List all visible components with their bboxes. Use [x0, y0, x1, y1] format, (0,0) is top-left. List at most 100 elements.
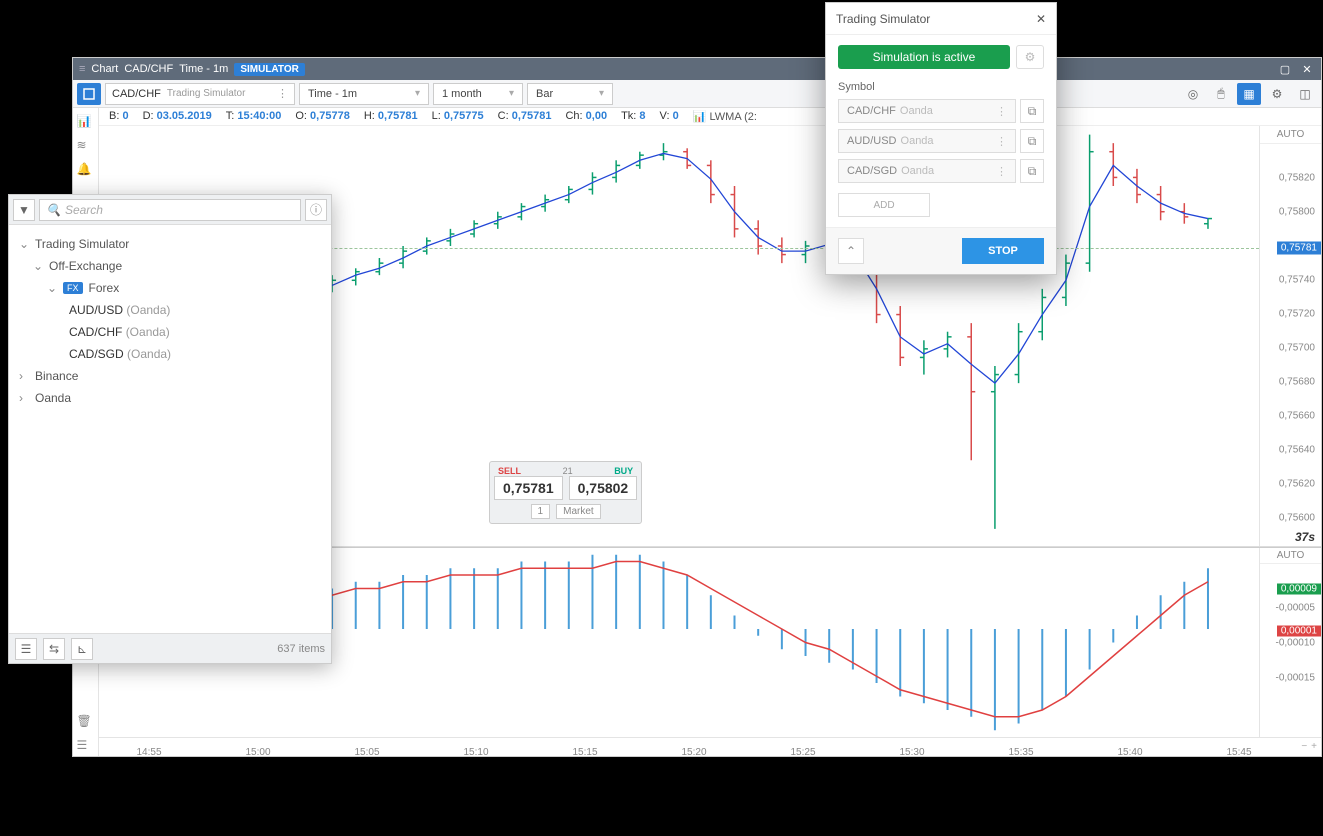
- tree-oanda[interactable]: ›Oanda: [19, 387, 321, 409]
- info-b: B: 0: [109, 110, 129, 122]
- buy-price-button[interactable]: 0,75802: [569, 476, 638, 500]
- auto-scale-button[interactable]: AUTO: [1260, 548, 1321, 564]
- title-timeframe: Time - 1m: [179, 63, 228, 75]
- filter-icon[interactable]: ▼: [13, 199, 35, 221]
- info-l: L: 0,75775: [432, 110, 484, 122]
- quantity-input[interactable]: 1: [531, 504, 551, 519]
- sim-title: Trading Simulator: [836, 12, 930, 26]
- symbol-section-label: Symbol: [838, 81, 1044, 93]
- timeframe-selector[interactable]: Time - 1m ▾: [299, 83, 429, 105]
- maximize-icon[interactable]: ▢: [1277, 63, 1293, 76]
- item-count: 637 items: [277, 643, 325, 655]
- info-c: C: 0,75781: [498, 110, 552, 122]
- tree-view-icon[interactable]: ⇆: [43, 638, 65, 660]
- tree-root[interactable]: ⌄Trading Simulator: [19, 233, 321, 255]
- spread: 21: [563, 466, 573, 476]
- zoom-out-icon[interactable]: −: [1301, 741, 1307, 752]
- chevron-down-icon: ▾: [599, 88, 604, 99]
- symbol-hint: Trading Simulator: [167, 88, 246, 99]
- hierarchy-icon[interactable]: ⊾: [71, 638, 93, 660]
- info-h: H: 0,75781: [364, 110, 418, 122]
- external-link-icon[interactable]: ⧉: [1020, 159, 1044, 183]
- simulator-badge: SIMULATOR: [234, 63, 305, 76]
- add-button[interactable]: ADD: [838, 193, 930, 217]
- layers-icon[interactable]: ≋: [77, 138, 95, 156]
- tree-header: ▼ 🔍 Search ⓘ: [9, 195, 331, 225]
- list-icon[interactable]: ☰: [77, 738, 95, 756]
- collapse-up-icon[interactable]: ⌃: [838, 238, 864, 264]
- info-o: O: 0,75778: [295, 110, 349, 122]
- buy-label: BUY: [614, 466, 633, 476]
- tree-footer: ☰ ⇆ ⊾ 637 items: [9, 633, 331, 663]
- simulator-dialog: Trading Simulator ✕ Simulation is active…: [825, 2, 1057, 275]
- chart-titlebar[interactable]: ≡ Chart CAD/CHF Time - 1m SIMULATOR ▢ ✕: [73, 58, 1321, 80]
- sub-hl-top: 0,00009: [1277, 584, 1321, 595]
- target-icon[interactable]: ◎: [1181, 83, 1205, 105]
- sim-symbol-row: AUD/USDOanda⋮⧉: [838, 129, 1044, 153]
- info-v: V: 0: [660, 110, 679, 122]
- external-link-icon[interactable]: ⧉: [1020, 99, 1044, 123]
- drag-handle-icon[interactable]: ≡: [79, 63, 85, 75]
- sim-symbol-input[interactable]: CAD/CHFOanda⋮: [838, 99, 1016, 123]
- indicator-label: 📊 LWMA (2:: [693, 110, 757, 123]
- gear-icon[interactable]: ⚙: [1265, 83, 1289, 105]
- link-icon[interactable]: [77, 83, 101, 105]
- gear-icon[interactable]: ⚙: [1016, 45, 1044, 69]
- sim-symbol-input[interactable]: CAD/SGDOanda⋮: [838, 159, 1016, 183]
- bar-countdown: 37s: [1295, 530, 1315, 544]
- symbol-label: CAD/CHF: [112, 88, 161, 100]
- trash-icon[interactable]: 🗑: [77, 714, 95, 732]
- info-t: T: 15:40:00: [226, 110, 282, 122]
- info-tk: Tk: 8: [621, 110, 645, 122]
- search-icon: 🔍: [46, 203, 61, 217]
- external-link-icon[interactable]: ⧉: [1020, 129, 1044, 153]
- sell-price-button[interactable]: 0,75781: [494, 476, 563, 500]
- search-placeholder: Search: [65, 203, 103, 217]
- price-axis[interactable]: AUTO 0,758200,758000,757600,757400,75720…: [1259, 126, 1321, 546]
- sim-symbol-row: CAD/CHFOanda⋮⧉: [838, 99, 1044, 123]
- indicator-icon[interactable]: 📊: [77, 114, 95, 132]
- title-prefix: Chart: [91, 63, 118, 75]
- simulation-status: Simulation is active: [838, 45, 1010, 69]
- tree-body: ⌄Trading Simulator ⌄Off-Exchange ⌄FXFore…: [9, 225, 331, 633]
- symbol-selector[interactable]: CAD/CHF Trading Simulator ⋮: [105, 83, 295, 105]
- sub-axis[interactable]: AUTO 0,00009 0,00001 -0,00005-0,00010-0,…: [1259, 548, 1321, 737]
- tree-binance[interactable]: ›Binance: [19, 365, 321, 387]
- current-price-label: 0,75781: [1277, 241, 1321, 254]
- info-ch: Ch: 0,00: [565, 110, 607, 122]
- symbol-tree-panel: ▼ 🔍 Search ⓘ ⌄Trading Simulator ⌄Off-Exc…: [8, 194, 332, 664]
- stop-button[interactable]: STOP: [962, 238, 1044, 264]
- sell-label: SELL: [498, 466, 521, 476]
- search-input[interactable]: 🔍 Search: [39, 199, 301, 221]
- style-selector[interactable]: Bar ▾: [527, 83, 613, 105]
- sim-symbol-input[interactable]: AUD/USDOanda⋮: [838, 129, 1016, 153]
- panels-icon[interactable]: ▦: [1237, 83, 1261, 105]
- tree-symbol[interactable]: CAD/CHF (Oanda): [19, 321, 321, 343]
- trade-panel[interactable]: SELL 21 BUY 0,75781 0,75802 1 Market: [489, 461, 642, 524]
- range-selector[interactable]: 1 month ▾: [433, 83, 523, 105]
- sub-hl-mid: 0,00001: [1277, 625, 1321, 636]
- mouse-icon[interactable]: 🖱: [1209, 83, 1233, 105]
- order-type[interactable]: Market: [556, 504, 601, 519]
- chart-toolbar: CAD/CHF Trading Simulator ⋮ Time - 1m ▾ …: [73, 80, 1321, 108]
- layout-icon[interactable]: ◫: [1293, 83, 1317, 105]
- info-d: D: 03.05.2019: [143, 110, 212, 122]
- sim-symbol-row: CAD/SGDOanda⋮⧉: [838, 159, 1044, 183]
- tree-forex[interactable]: ⌄FXForex: [19, 277, 321, 299]
- ohlc-info-bar: B: 0 D: 03.05.2019 T: 15:40:00 O: 0,7577…: [99, 108, 1321, 126]
- alert-icon[interactable]: 🔔: [77, 162, 95, 180]
- close-icon[interactable]: ✕: [1299, 63, 1315, 76]
- close-icon[interactable]: ✕: [1036, 12, 1046, 26]
- list-view-icon[interactable]: ☰: [15, 638, 37, 660]
- time-axis[interactable]: 14:5515:0015:0515:1015:1515:2015:2515:30…: [99, 737, 1321, 756]
- more-icon: ⋮: [277, 87, 288, 100]
- chevron-down-icon: ▾: [509, 88, 514, 99]
- tree-symbol[interactable]: AUD/USD (Oanda): [19, 299, 321, 321]
- tree-symbol[interactable]: CAD/SGD (Oanda): [19, 343, 321, 365]
- auto-scale-button[interactable]: AUTO: [1260, 126, 1321, 144]
- tree-off-exchange[interactable]: ⌄Off-Exchange: [19, 255, 321, 277]
- info-icon[interactable]: ⓘ: [305, 199, 327, 221]
- zoom-in-icon[interactable]: +: [1311, 741, 1317, 752]
- sim-title-bar[interactable]: Trading Simulator ✕: [826, 3, 1056, 35]
- chevron-down-icon: ▾: [415, 88, 420, 99]
